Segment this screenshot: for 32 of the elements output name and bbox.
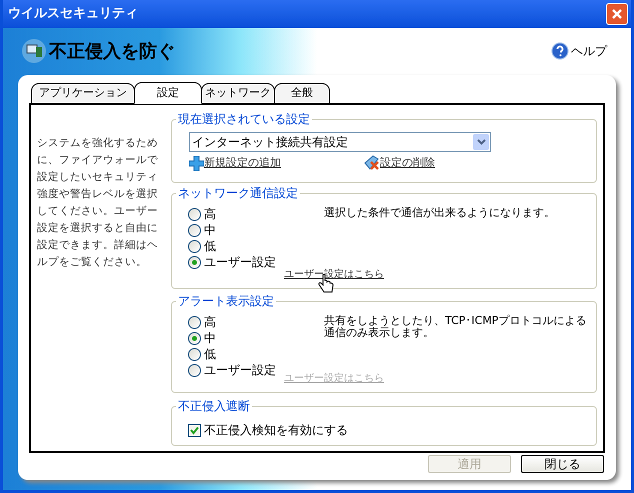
window-title: ウイルスセキュリティ — [8, 5, 138, 24]
group-title: アラート表示設定 — [176, 293, 276, 309]
radio-option[interactable]: 高 — [188, 206, 284, 222]
help-link[interactable]: ヘルプ — [551, 42, 607, 60]
radio-option[interactable]: ユーザー設定 — [188, 254, 284, 270]
radio-option[interactable]: ユーザー設定 — [188, 362, 284, 378]
group-title: 不正侵入遮断 — [176, 398, 252, 414]
radio-option[interactable]: 低 — [188, 346, 284, 362]
group-title: ネットワーク通信設定 — [176, 185, 300, 201]
description-text: システムを強化するために、ファイアウォールで設定したいセキュリティ強度や警告レベルを選択してください。ユーザー設定を選択すると自由に設定できます。詳細はヘルプをご覧ください。 — [36, 136, 159, 270]
group-title: 現在選択されている設定 — [176, 111, 312, 127]
tab[interactable]: アプリケーション — [31, 83, 135, 104]
radio-option[interactable]: 高 — [188, 314, 284, 330]
tab[interactable]: ネットワーク — [201, 83, 275, 104]
radio-option[interactable]: 中 — [188, 222, 284, 238]
custom-settings-link: ユーザー設定はこちら — [284, 372, 384, 386]
radio-option[interactable]: 低 — [188, 238, 284, 254]
info-text: 共有をしようとしたり、TCP･ICMPプロトコルによる通信のみ表示します。 — [323, 314, 588, 339]
dropdown[interactable]: インターネット接続共有設定 — [189, 132, 491, 152]
tab[interactable]: 全般 — [274, 83, 330, 104]
help-icon — [551, 42, 569, 60]
check-icon — [190, 426, 199, 434]
dialog-button[interactable]: 閉じる — [521, 455, 604, 473]
delete-icon — [364, 155, 380, 171]
close-icon — [611, 8, 623, 20]
close-button[interactable] — [606, 3, 628, 25]
checkbox-option[interactable]: 不正侵入検知を有効にする — [188, 421, 596, 439]
tab[interactable]: 設定 — [134, 82, 202, 104]
page-title: 不正侵入を防ぐ — [49, 40, 175, 64]
plus-icon — [189, 156, 204, 170]
info-text: 選択した条件で通信が出来るようになります。 — [323, 206, 556, 219]
radio-option[interactable]: 中 — [188, 330, 284, 346]
